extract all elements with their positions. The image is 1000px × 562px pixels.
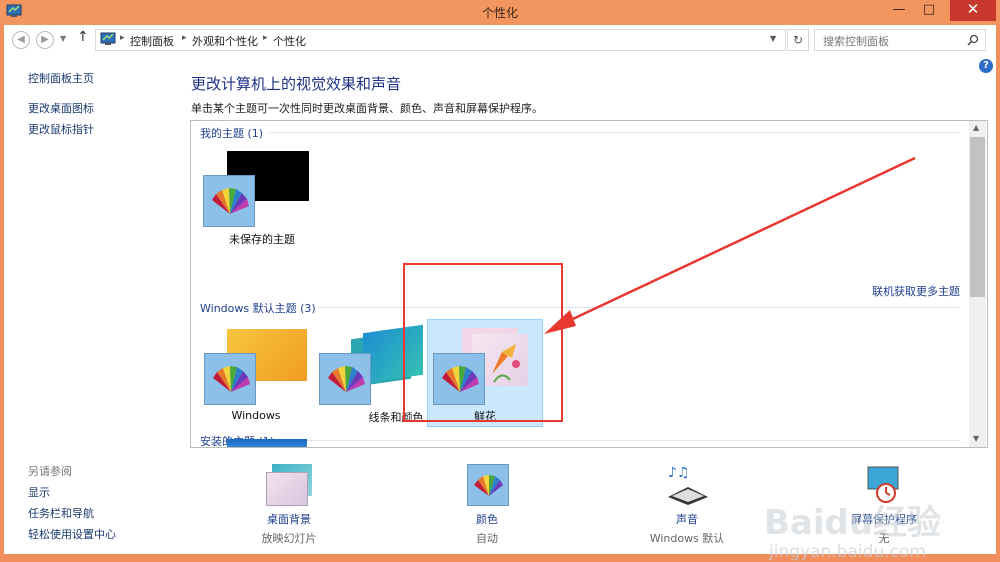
desktop-background-icon[interactable]: [266, 462, 316, 506]
theme-label-windows: Windows: [231, 409, 281, 422]
page-description: 单击某个主题可一次性同时更改桌面背景、颜色、声音和屏幕保护程序。: [191, 102, 543, 115]
window-title: 个性化: [481, 6, 518, 20]
color-value: 自动: [476, 532, 498, 545]
see-also-taskbar[interactable]: 任务栏和导航: [28, 505, 94, 521]
forward-button[interactable]: ▶: [36, 31, 54, 49]
chevron-right-icon: ▸: [263, 33, 268, 43]
breadcrumb-personalization[interactable]: 个性化: [273, 33, 306, 49]
scroll-down-icon[interactable]: ▼: [973, 434, 979, 443]
desktop-background-value: 放映幻灯片: [261, 532, 317, 545]
nav-change-desktop-icons[interactable]: 更改桌面图标: [28, 100, 94, 116]
help-icon[interactable]: ?: [979, 59, 993, 73]
theme-preview-installed[interactable]: [227, 439, 307, 447]
group-my-themes[interactable]: 我的主题 (1): [200, 125, 263, 141]
theme-label-unsaved: 未保存的主题: [229, 233, 295, 246]
chevron-right-icon: ▸: [182, 33, 187, 43]
color-link[interactable]: 颜色: [427, 511, 547, 527]
close-button[interactable]: ✕: [950, 0, 996, 21]
color-icon[interactable]: [467, 464, 509, 506]
search-placeholder: 搜索控制面板: [823, 35, 889, 48]
sound-link[interactable]: 声音: [627, 511, 747, 527]
group-windows-default-themes[interactable]: Windows 默认主题 (3): [200, 300, 316, 316]
watermark-url: jingyan.baidu.com: [769, 542, 926, 562]
nav-change-mouse-pointers[interactable]: 更改鼠标指针: [28, 121, 94, 137]
see-also-header: 另请参阅: [28, 465, 72, 478]
annotation-arrow: [544, 156, 916, 334]
see-also-ease-of-access[interactable]: 轻松使用设置中心: [28, 526, 116, 542]
theme-unsaved[interactable]: 未保存的主题: [197, 143, 327, 251]
refresh-button[interactable]: ↻: [787, 29, 809, 51]
scroll-up-icon[interactable]: ▲: [973, 123, 979, 132]
search-icon[interactable]: [967, 34, 979, 46]
recent-pages-icon[interactable]: ▼: [60, 34, 66, 43]
nav-control-panel-home[interactable]: 控制面板主页: [28, 70, 94, 86]
breadcrumb-control-panel[interactable]: 控制面板: [130, 33, 174, 49]
sound-value: Windows 默认: [649, 532, 725, 545]
chevron-right-icon: ▸: [120, 33, 125, 43]
search-field[interactable]: 搜索控制面板: [814, 29, 986, 51]
see-also-display[interactable]: 显示: [28, 484, 50, 500]
svg-text:♪♫: ♪♫: [668, 465, 690, 481]
sound-icon[interactable]: ♪♫: [664, 463, 712, 505]
color-palette-icon: [204, 353, 256, 405]
up-button[interactable]: ↑: [77, 29, 89, 45]
desktop-background-link[interactable]: 桌面背景: [229, 511, 349, 527]
minimize-button[interactable]: —: [884, 0, 914, 21]
scrollbar-thumb[interactable]: [970, 137, 985, 297]
page-title: 更改计算机上的视觉效果和声音: [191, 75, 402, 93]
address-bar[interactable]: ▸ 控制面板 ▸ 外观和个性化 ▸ 个性化 ▼: [95, 29, 786, 51]
title-bar: 个性化 — □ ✕: [0, 0, 1000, 25]
color-palette-icon: [203, 175, 255, 227]
chevron-down-icon[interactable]: ▼: [770, 34, 776, 43]
group-divider: [275, 440, 959, 441]
color-palette-icon: [319, 353, 371, 405]
back-button[interactable]: ◀: [12, 31, 30, 49]
baidu-watermark: Baidu经验: [764, 503, 942, 543]
maximize-button[interactable]: □: [914, 0, 944, 21]
breadcrumb-appearance[interactable]: 外观和个性化: [192, 33, 258, 49]
theme-windows[interactable]: Windows: [191, 319, 321, 429]
group-divider: [269, 132, 959, 133]
control-panel-icon: [100, 32, 116, 45]
